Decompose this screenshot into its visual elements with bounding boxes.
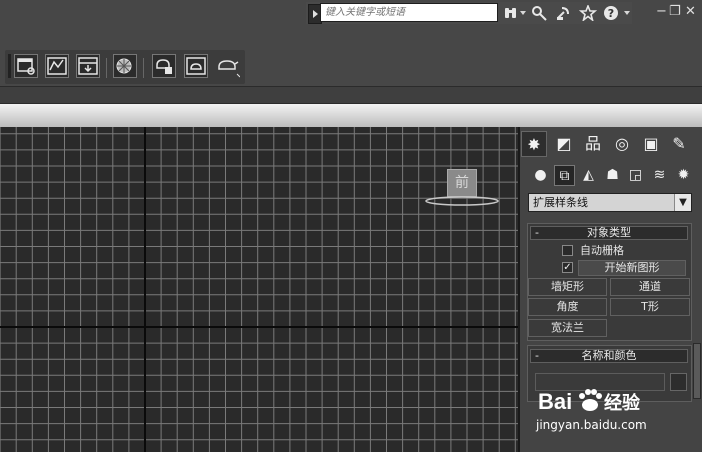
toolbar-separator — [106, 58, 107, 78]
start-new-shape-button[interactable]: 开始新图形 — [578, 260, 686, 276]
lights-icon: ◭ — [583, 167, 594, 183]
watermark-url: jingyan.baidu.com — [536, 418, 647, 432]
tab-display[interactable]: ▣ — [638, 131, 664, 157]
display-icon: ▣ — [643, 134, 659, 153]
watermark-suffix: 经验 — [604, 392, 641, 414]
viewcube-compass-ring[interactable] — [422, 193, 502, 209]
utilities-icon: ✎ — [672, 134, 686, 153]
checkmark-icon: ✓ — [563, 262, 572, 273]
wide-flange-button[interactable]: 宽法兰 — [528, 319, 607, 337]
cameras-icon: ☗ — [606, 167, 619, 183]
help-glyph: ? — [608, 7, 614, 20]
binoculars-icon[interactable] — [502, 5, 520, 21]
help-icon[interactable]: ? — [602, 5, 620, 21]
start-new-shape-checkbox[interactable]: ✓ — [562, 262, 573, 273]
modify-icon: ◩ — [556, 134, 572, 153]
angle-button[interactable]: 角度 — [528, 298, 607, 316]
category-helpers[interactable]: ◲ — [625, 165, 646, 186]
minimize-button[interactable]: − — [656, 4, 667, 20]
tee-button[interactable]: T形 — [610, 298, 690, 316]
category-space-warps[interactable]: ≋ — [649, 165, 670, 186]
category-geometry[interactable]: ● — [530, 165, 551, 186]
auto-grid-checkbox[interactable] — [562, 245, 573, 256]
viewcube-face-label: 前 — [455, 175, 469, 191]
tab-utilities[interactable]: ✎ — [666, 131, 692, 157]
search-input[interactable] — [320, 3, 498, 22]
wall-rectangle-button[interactable]: 墙矩形 — [528, 278, 607, 296]
ribbon-strip — [0, 86, 702, 104]
create-icon: ✸ — [527, 135, 541, 154]
close-button[interactable]: ✕ — [685, 4, 696, 20]
watermark-logo-text: Bai — [538, 389, 572, 414]
tab-modify[interactable]: ◩ — [551, 131, 577, 157]
baidu-watermark-logo: Bai 经验 — [538, 389, 641, 414]
key-icon[interactable] — [531, 5, 549, 21]
restore-button[interactable]: ❐ — [669, 4, 681, 20]
category-lights[interactable]: ◭ — [578, 165, 599, 186]
ribbon-bar — [0, 104, 702, 128]
help-dropdown-caret[interactable] — [624, 11, 630, 15]
command-panel-scrollbar[interactable] — [693, 343, 701, 399]
star-icon[interactable] — [578, 3, 598, 23]
motion-icon: ◎ — [615, 134, 629, 153]
paw-icon — [579, 389, 602, 411]
viewport-grid — [0, 127, 518, 452]
hierarchy-icon: 品 — [584, 134, 601, 153]
render-icon[interactable] — [216, 54, 240, 78]
viewport-background — [0, 127, 518, 452]
collapse-toggle: - — [535, 226, 539, 239]
object-type-rollout-header[interactable]: - 对象类型 — [530, 226, 688, 240]
satellite-icon[interactable] — [555, 5, 573, 21]
tab-hierarchy[interactable]: 品 — [580, 131, 606, 157]
rollout-title: 名称和颜色 — [581, 349, 637, 362]
geometry-icon: ● — [534, 167, 547, 183]
rendered-frame-icon[interactable] — [184, 54, 208, 78]
render-setup-icon[interactable] — [152, 54, 176, 78]
object-category-select[interactable]: 扩展样条线 — [528, 193, 692, 212]
schematic-view-icon[interactable] — [76, 54, 100, 78]
name-color-rollout-header[interactable]: - 名称和颜色 — [530, 349, 688, 363]
toolbar-grip[interactable] — [8, 54, 11, 78]
scene-explorer-icon[interactable] — [14, 54, 38, 78]
systems-icon: ✹ — [677, 167, 690, 183]
curve-editor-icon[interactable] — [45, 54, 69, 78]
search-dropdown-caret[interactable] — [520, 11, 526, 15]
viewport-front[interactable]: 前 — [0, 127, 520, 452]
tab-create[interactable]: ✸ — [521, 131, 547, 157]
collapse-toggle: - — [535, 349, 539, 362]
chevron-down-icon[interactable]: ▼ — [674, 194, 691, 211]
tab-motion[interactable]: ◎ — [609, 131, 635, 157]
channel-button[interactable]: 通道 — [610, 278, 690, 296]
material-editor-icon[interactable] — [113, 54, 137, 78]
helpers-icon: ◲ — [628, 167, 643, 183]
space-warps-icon: ≋ — [653, 167, 666, 183]
category-systems[interactable]: ✹ — [673, 165, 694, 186]
category-cameras[interactable]: ☗ — [602, 165, 623, 186]
window-controls: − ❐ ✕ — [654, 4, 700, 22]
toolbar-separator — [143, 58, 144, 78]
rollout-title: 对象类型 — [587, 226, 631, 239]
auto-grid-label: 自动栅格 — [580, 244, 624, 257]
object-color-swatch[interactable] — [670, 373, 687, 391]
shapes-icon: ⧉ — [559, 168, 570, 184]
category-shapes[interactable]: ⧉ — [554, 165, 575, 186]
